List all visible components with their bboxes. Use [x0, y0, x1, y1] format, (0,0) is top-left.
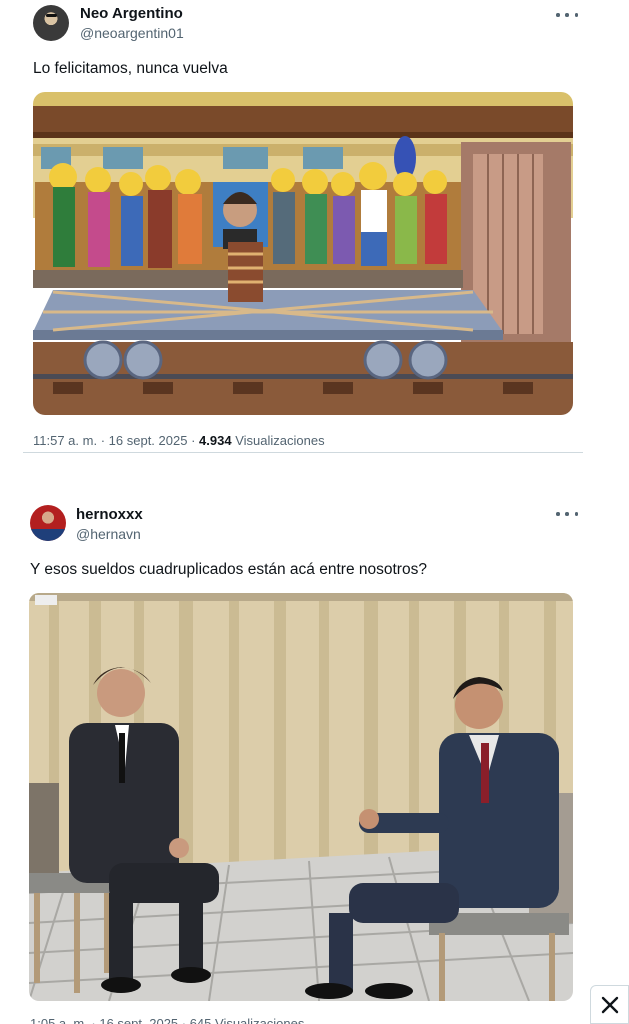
author-handle[interactable]: @hernavn: [76, 526, 141, 542]
author-name[interactable]: hernoxxx: [76, 506, 143, 523]
tweet-time[interactable]: 11:57 a. m.: [33, 433, 97, 448]
tweet-meta-partial: 1:05 a. m. · 16 sept. 2025 · 645 Visuali…: [30, 1016, 305, 1024]
meta-separator: ·: [191, 433, 200, 448]
views-label: Visualizaciones: [235, 433, 325, 448]
avatar[interactable]: [33, 5, 69, 41]
tweet-meta: 11:57 a. m. · 16 sept. 2025 · 4.934 Visu…: [33, 433, 325, 448]
page: Neo Argentino @neoargentin01 Lo felicita…: [0, 0, 629, 1024]
close-icon[interactable]: [590, 985, 629, 1024]
interview-photo: [29, 593, 573, 1001]
tweet-media-image[interactable]: [33, 92, 573, 415]
divider: [23, 452, 583, 453]
tweet[interactable]: Neo Argentino @neoargentin01 Lo felicita…: [0, 0, 629, 455]
more-options-icon[interactable]: [556, 7, 578, 23]
tweet-text: Y esos sueldos cuadruplicados están acá …: [30, 561, 427, 578]
tweet-date[interactable]: 16 sept. 2025: [109, 433, 188, 448]
cartoon-image: [33, 92, 573, 415]
meta-separator: ·: [100, 433, 109, 448]
close-icon-glyph: [601, 996, 618, 1013]
tweet[interactable]: hernoxxx @hernavn Y esos sueldos cuadrup…: [0, 492, 629, 1024]
more-options-icon[interactable]: [556, 506, 578, 522]
view-count: 4.934: [199, 433, 232, 448]
author-name[interactable]: Neo Argentino: [80, 5, 183, 22]
tweet-media-image[interactable]: [29, 593, 573, 1001]
author-handle[interactable]: @neoargentin01: [80, 25, 184, 41]
tweet-text: Lo felicitamos, nunca vuelva: [33, 60, 228, 77]
avatar[interactable]: [30, 505, 66, 541]
